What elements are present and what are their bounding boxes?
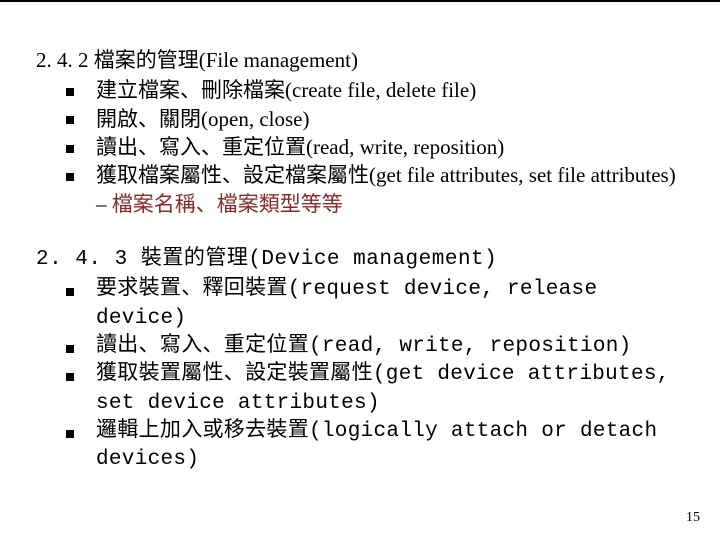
section-243: 2. 4. 3 裝置的管理(Device management) 要求裝置、釋回… (36, 246, 684, 475)
list-item: 建立檔案、刪除檔案(create file, delete file) (66, 76, 684, 104)
list-item: 讀出、寫入、重定位置(read, write, reposition) (66, 133, 684, 161)
item-text-maroon: 檔案名稱、檔案類型等等 (112, 192, 343, 216)
item-text: 讀出、寫入、重定位置(read, write, reposition) (96, 335, 632, 358)
item-text: 要求裝置、釋回裝置(request device, release device… (96, 278, 597, 329)
heading-243: 2. 4. 3 裝置的管理(Device management) (36, 246, 684, 274)
heading-242: 2. 4. 2 檔案的管理(File management) (36, 46, 684, 74)
list-243: 要求裝置、釋回裝置(request device, release device… (36, 276, 684, 474)
item-text: 獲取裝置屬性、設定裝置屬性(get device attributes, set… (96, 363, 670, 414)
item-text: 開啟、關閉(open, close) (96, 107, 309, 131)
list-item: 開啟、關閉(open, close) (66, 105, 684, 133)
slide-page: 2. 4. 2 檔案的管理(File management) 建立檔案、刪除檔案… (0, 0, 720, 540)
list-item: 獲取檔案屬性、設定檔案屬性(get file attributes, set f… (66, 161, 684, 218)
section-242: 2. 4. 2 檔案的管理(File management) 建立檔案、刪除檔案… (36, 46, 684, 218)
list-item: 讀出、寫入、重定位置(read, write, reposition) (66, 333, 684, 361)
item-text: 讀出、寫入、重定位置(read, write, reposition) (96, 135, 504, 159)
list-242: 建立檔案、刪除檔案(create file, delete file) 開啟、關… (36, 76, 684, 218)
page-number: 15 (686, 509, 700, 528)
list-item: 獲取裝置屬性、設定裝置屬性(get device attributes, set… (66, 361, 684, 418)
item-text: 邏輯上加入或移去裝置(logically attach or detach de… (96, 420, 657, 471)
list-item: 邏輯上加入或移去裝置(logically attach or detach de… (66, 418, 684, 475)
list-item: 要求裝置、釋回裝置(request device, release device… (66, 276, 684, 333)
item-text: 建立檔案、刪除檔案(create file, delete file) (96, 78, 476, 102)
